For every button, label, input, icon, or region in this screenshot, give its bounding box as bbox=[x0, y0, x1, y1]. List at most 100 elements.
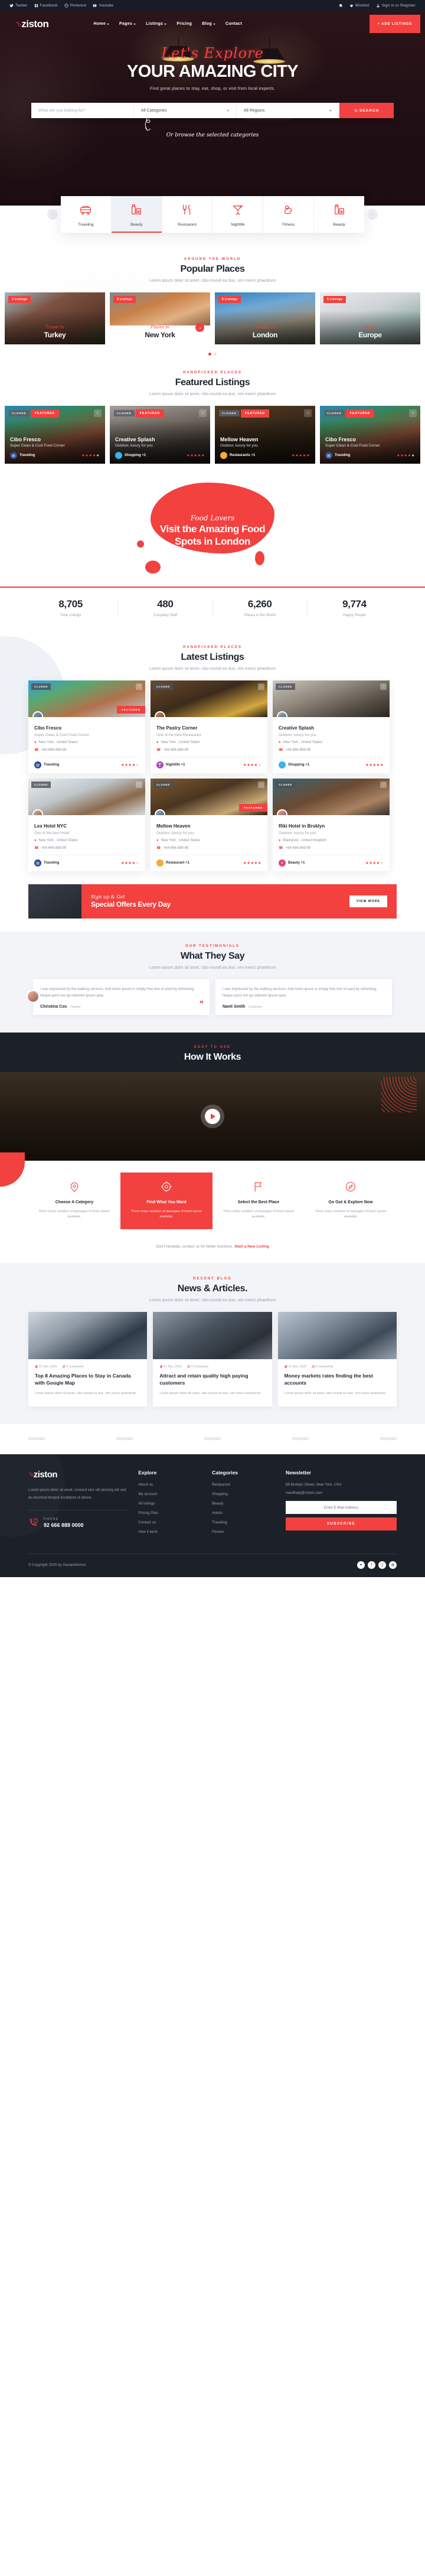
how-step[interactable]: Choose A Category There many variation o… bbox=[28, 1173, 120, 1229]
category-carousel: ‹ Traveling Beauty Restuarant Nightlife … bbox=[44, 196, 381, 233]
featured-badge: FEATURED bbox=[136, 409, 165, 418]
social-icon-facebook[interactable]: f bbox=[368, 1561, 375, 1569]
featured-card[interactable]: CLOSED FEATURED ♡ Cibo Fresco Super Clea… bbox=[320, 406, 420, 464]
wishlist-link[interactable]: Wishlist bbox=[349, 4, 370, 8]
carousel-dot[interactable] bbox=[208, 353, 211, 356]
featured-card[interactable]: CLOSED FEATURED ♡ Cibo Fresco Super Clea… bbox=[5, 406, 105, 464]
category-next-button[interactable]: › bbox=[367, 209, 378, 220]
favorite-icon[interactable]: ♡ bbox=[199, 409, 207, 417]
video-banner[interactable] bbox=[0, 1072, 425, 1161]
how-step[interactable]: Go Out & Explore Now There many variatio… bbox=[305, 1173, 397, 1229]
news-card[interactable]: ▣ 21 Nov, 2020 ▤ 0 Comments Top 8 Amazing … bbox=[28, 1312, 148, 1407]
footer-link[interactable]: Shopping bbox=[212, 1492, 275, 1496]
favorite-icon[interactable]: ♡ bbox=[304, 409, 312, 417]
social-link-facebook[interactable]: Facebook bbox=[34, 4, 58, 8]
listing-card[interactable]: CLOSED ♡ FEATURED Cibo Fresco Super Clea… bbox=[28, 680, 145, 773]
news-thumb bbox=[277, 1312, 397, 1360]
listing-card[interactable]: CLOSED ♡ Riki Hotel in Broklyn Outdoor, … bbox=[273, 779, 390, 871]
social-link-twitter[interactable]: Twitter bbox=[9, 4, 28, 8]
news-card[interactable]: ▣ 21 Nov, 2020 ▤ 0 Comments Attract and re… bbox=[153, 1312, 272, 1407]
business-cta-link[interactable]: Start a New Listing bbox=[234, 1245, 269, 1249]
place-arrow-button[interactable]: → bbox=[195, 323, 204, 332]
listing-card[interactable]: CLOSED ♡ Lex Hotel NYC One of the best H… bbox=[28, 779, 145, 871]
footer-link[interactable]: How it work bbox=[138, 1530, 201, 1534]
category-item-beauty[interactable]: Beauty bbox=[111, 196, 162, 233]
social-icon-instagram[interactable]: ⊞ bbox=[389, 1561, 397, 1569]
site-logo[interactable]: ♂ ziston bbox=[15, 18, 49, 30]
footer-logo[interactable]: ♂ ziston bbox=[28, 1470, 128, 1480]
favorite-icon[interactable]: ♡ bbox=[258, 683, 264, 690]
account-link[interactable]: Sign in or Register bbox=[376, 4, 416, 8]
favorite-icon[interactable]: ♡ bbox=[136, 683, 142, 690]
popular-place-card[interactable]: 5 Listings Eat in Europe bbox=[320, 292, 420, 344]
footer-link[interactable]: Contact us bbox=[138, 1520, 201, 1525]
category-prev-button[interactable]: ‹ bbox=[47, 209, 58, 220]
search-button[interactable]: SEARCH bbox=[339, 103, 394, 119]
favorite-icon[interactable]: ♡ bbox=[136, 781, 142, 788]
news-body: ▣ 21 Nov, 2020 ▤ 0 Comments Money markets … bbox=[278, 1359, 397, 1406]
footer-link[interactable]: About us bbox=[138, 1483, 201, 1487]
footer-link[interactable]: Beauty bbox=[212, 1502, 275, 1506]
cocktail-icon bbox=[233, 205, 243, 214]
place-caption: Travel to Turkey bbox=[5, 325, 105, 340]
category-item-nightlife[interactable]: Nightlife bbox=[212, 196, 264, 233]
category-item-restaurant[interactable]: Restuarant bbox=[162, 196, 213, 233]
phone-icon: ☎ bbox=[34, 748, 39, 752]
category-label: Restuarant bbox=[178, 223, 197, 227]
search-icon bbox=[354, 109, 358, 112]
listing-card[interactable]: CLOSED ♡ Creative Splash Outdoor, luxury… bbox=[273, 680, 390, 773]
add-listings-button[interactable]: + ADD LISTINGS bbox=[369, 15, 420, 33]
footer-link[interactable]: Pricing Plan bbox=[138, 1511, 201, 1515]
how-step[interactable]: Find What You Want There many variation … bbox=[120, 1173, 212, 1230]
featured-card[interactable]: CLOSED FEATURED ♡ Creative Splash Outdoo… bbox=[110, 406, 210, 464]
category-item-beauty-2[interactable]: Beauty bbox=[314, 196, 364, 233]
category-icon: ▤ bbox=[34, 761, 41, 768]
footer-link[interactable]: Fitnees bbox=[212, 1530, 275, 1534]
testimonial-card: I was impressed by the walking services.… bbox=[215, 979, 392, 1015]
social-link-pinterest[interactable]: Pinterest bbox=[64, 4, 86, 8]
play-button[interactable] bbox=[205, 1109, 220, 1124]
newsletter-email-input[interactable] bbox=[285, 1501, 397, 1515]
popular-place-card[interactable]: 5 Listings Places in London bbox=[215, 292, 315, 344]
nav-item-blog[interactable]: Blog bbox=[202, 22, 215, 26]
footer-link[interactable]: Hotels bbox=[212, 1511, 275, 1515]
featured-subtitle: Lorem ipsum dolor sit amet, cibo mundi e… bbox=[149, 392, 276, 396]
wishlist-label: Wishlist bbox=[355, 3, 370, 8]
listing-card[interactable]: CLOSED ♡ The Pastry Corner One of the be… bbox=[151, 680, 267, 773]
nav-item-listings[interactable]: Listings bbox=[146, 22, 167, 26]
carousel-dot[interactable] bbox=[214, 353, 217, 356]
social-link-youtube[interactable]: Youtube bbox=[93, 4, 113, 8]
social-icon-pinterest[interactable]: Ⓙ bbox=[378, 1561, 386, 1569]
nav-item-home[interactable]: Home bbox=[93, 22, 110, 26]
popular-place-card[interactable]: 5 Listings → Places in New York bbox=[110, 292, 210, 344]
favorite-icon[interactable]: ♡ bbox=[94, 409, 102, 417]
popular-place-card[interactable]: 3 Listings Travel to Turkey bbox=[5, 292, 105, 344]
region-select[interactable]: All Regions bbox=[237, 103, 339, 119]
social-icon-twitter[interactable]: ✦ bbox=[357, 1561, 365, 1569]
category-item-traveling[interactable]: Traveling bbox=[61, 196, 112, 233]
search-icon[interactable] bbox=[339, 4, 343, 8]
footer-link[interactable]: Traveling bbox=[212, 1520, 275, 1525]
status-badge: CLOSED bbox=[153, 683, 174, 690]
nav-item-pricing[interactable]: Pricing bbox=[176, 22, 192, 26]
favorite-icon[interactable]: ♡ bbox=[380, 781, 387, 788]
listing-card[interactable]: CLOSED ♡ FEATURED Mellow Heaven Outdoor,… bbox=[151, 779, 267, 871]
account-label: Sign in or Register bbox=[381, 3, 416, 8]
news-card[interactable]: ▣ 21 Nov, 2020 ▤ 0 Comments Money markets … bbox=[277, 1312, 397, 1407]
favorite-icon[interactable]: ♡ bbox=[380, 683, 387, 690]
footer-link[interactable]: All listings bbox=[138, 1502, 201, 1506]
favorite-icon[interactable]: ♡ bbox=[258, 781, 264, 788]
footer-link[interactable]: My account bbox=[138, 1492, 201, 1496]
testimonials-section: OUR TESTIMONIALS What They Say Lorem ips… bbox=[0, 932, 425, 1033]
nav-item-pages[interactable]: Pages bbox=[119, 22, 136, 26]
subscribe-button[interactable]: SUBSCRIBE bbox=[285, 1517, 397, 1531]
footer-link[interactable]: Restaurant bbox=[212, 1483, 275, 1487]
offer-button[interactable]: VIEW MORE bbox=[349, 895, 387, 907]
category-item-fitness[interactable]: Fitness bbox=[263, 196, 315, 233]
how-step[interactable]: Select the Best Place There many variati… bbox=[212, 1173, 305, 1229]
category-icon: 🛒 bbox=[279, 761, 286, 768]
featured-card[interactable]: CLOSED FEATURED ♡ Mellow Heaven Outdoor,… bbox=[215, 406, 315, 464]
nav-item-contact[interactable]: Contact bbox=[225, 22, 242, 26]
search-input[interactable]: What are you looking for? bbox=[31, 103, 134, 119]
favorite-icon[interactable]: ♡ bbox=[409, 409, 417, 417]
